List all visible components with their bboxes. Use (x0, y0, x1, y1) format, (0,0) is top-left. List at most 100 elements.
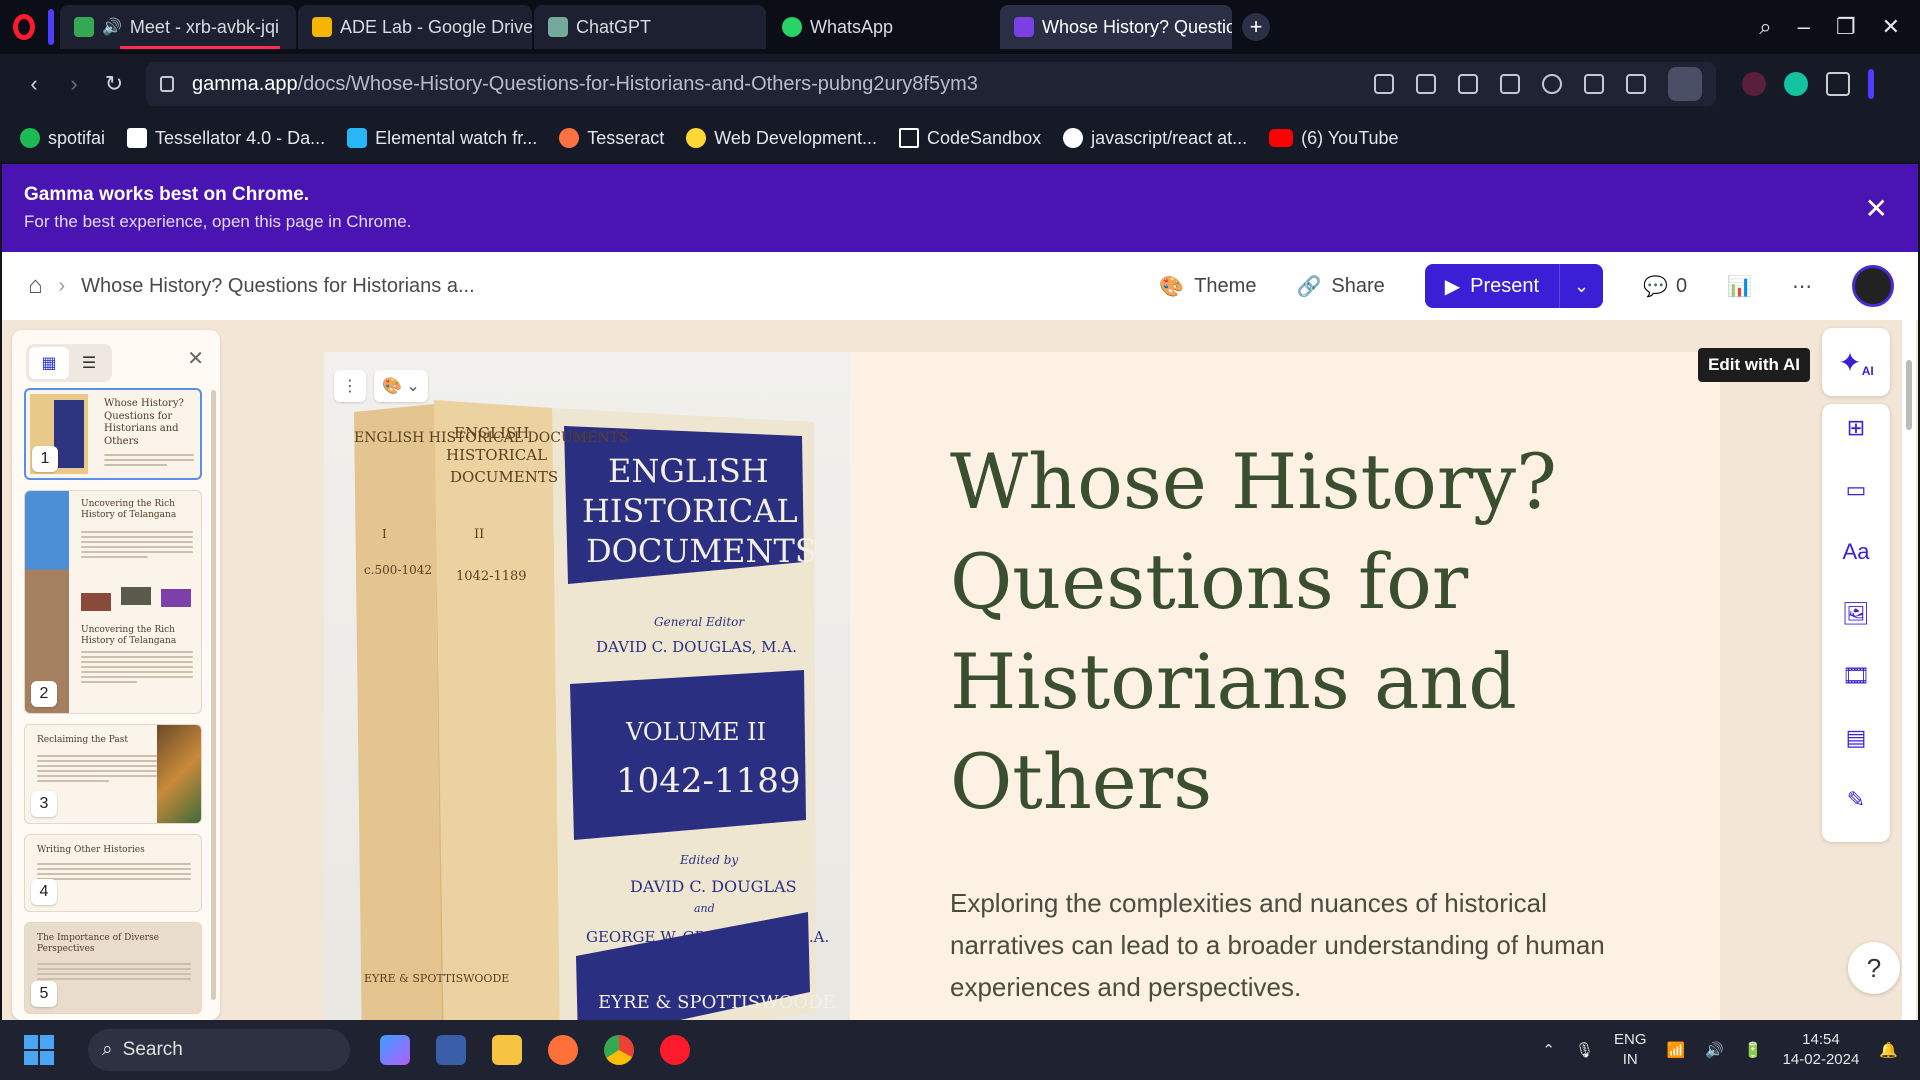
present-button-group: ▶ Present ⌄ (1424, 264, 1604, 308)
edit-page-icon[interactable] (1374, 74, 1394, 94)
send-icon[interactable] (1500, 74, 1520, 94)
embed-icon[interactable]: ▤ (1842, 724, 1870, 752)
back-arrow-icon[interactable]: ‹ (14, 64, 54, 104)
wifi-icon[interactable]: 📶 (1667, 1041, 1686, 1059)
firefox-icon[interactable] (548, 1035, 578, 1065)
text-icon[interactable]: Aa (1842, 538, 1870, 566)
opera-logo-icon[interactable] (0, 0, 48, 54)
more-options-icon[interactable]: ⋯ (1792, 274, 1812, 299)
layout-icon[interactable]: ▭ (1842, 476, 1870, 504)
extension-sr-icon[interactable] (1742, 72, 1766, 96)
notification-bell-icon[interactable]: 🔔 (1879, 1041, 1898, 1059)
slide-thumbnail-2[interactable]: Uncovering the Rich History of Telangana… (24, 490, 202, 714)
shield-icon[interactable] (1458, 74, 1478, 94)
close-window-icon[interactable]: ✕ (1882, 14, 1900, 40)
share-label: Share (1331, 274, 1385, 297)
page-scrollbar[interactable] (1902, 320, 1916, 1020)
share-button[interactable]: 🔗 Share (1296, 274, 1384, 299)
sidebar-scrollbar[interactable] (211, 390, 216, 1000)
opera-taskbar-icon[interactable] (660, 1035, 690, 1065)
extensions-cube-icon[interactable] (1826, 72, 1850, 96)
doc-title-breadcrumb[interactable]: Whose History? Questions for Historians … (81, 275, 474, 298)
gamma-app-bar: ⌂ › Whose History? Questions for Histori… (2, 252, 1918, 320)
slide-thumbnail-1[interactable]: Whose History? Questions for Historians … (24, 388, 202, 480)
comments-button[interactable]: 💬 0 (1643, 274, 1687, 299)
new-tab-plus-icon[interactable]: + (1242, 13, 1270, 41)
windows-start-icon[interactable] (24, 1035, 54, 1065)
minimize-icon[interactable]: – (1798, 14, 1810, 40)
present-button[interactable]: ▶ Present (1425, 264, 1559, 308)
bookmark-tessellator[interactable]: Tessellator 4.0 - Da... (127, 128, 325, 149)
microphone-icon[interactable]: 🎙 (1575, 1041, 1594, 1059)
copilot-icon[interactable] (380, 1035, 410, 1065)
volume-icon[interactable]: 🔊 (1705, 1041, 1724, 1059)
extension-a-icon[interactable] (1784, 72, 1808, 96)
slide-thumbnail-4[interactable]: Writing Other Histories 4 (24, 834, 202, 912)
camera-icon[interactable] (1416, 74, 1436, 94)
slide-thumbnail-3[interactable]: Reclaiming the Past 3 (24, 724, 202, 824)
ai-badge: AI (1861, 364, 1874, 378)
address-bar[interactable]: gamma.app /docs/Whose-History-Questions-… (146, 62, 1716, 106)
slide-description[interactable]: Exploring the complexities and nuances o… (950, 882, 1610, 1008)
slide-card[interactable]: ENGLISH HISTORICAL DOCUMENTS I c.500-104… (324, 352, 1720, 1020)
reload-icon[interactable]: ↻ (94, 64, 134, 104)
list-view-icon[interactable]: ☰ (69, 347, 109, 379)
analytics-icon[interactable]: 📊 (1727, 274, 1752, 299)
tab-gamma-active[interactable]: Whose History? Questio (1000, 5, 1232, 49)
slide-number: 2 (31, 681, 57, 707)
book-cover-image: ENGLISH HISTORICAL DOCUMENTS I c.500-104… (324, 352, 850, 1020)
bookmark-tesseract[interactable]: Tesseract (559, 128, 664, 149)
battery-icon[interactable]: 🔋 (1744, 1041, 1763, 1059)
drag-handle-icon[interactable]: ⋮ (334, 370, 366, 402)
search-tabs-icon[interactable]: ⌕ (1759, 14, 1771, 40)
editor-workspace: ▦ ☰ ✕ Whose History? Questions for Histo… (2, 320, 1918, 1020)
download-icon[interactable] (1584, 74, 1604, 94)
taskbar-apps (380, 1035, 690, 1065)
banner-close-icon[interactable]: ✕ (1865, 192, 1888, 225)
chevron-up-icon[interactable]: ⌃ (1542, 1041, 1555, 1059)
heart-icon[interactable] (1542, 74, 1562, 94)
tab-whatsapp[interactable]: WhatsApp (768, 5, 998, 49)
youtube-icon (1269, 129, 1294, 147)
slide-thumbnail-5[interactable]: The Importance of Diverse Perspectives 5 (24, 922, 202, 1014)
file-explorer-icon[interactable] (492, 1035, 522, 1065)
tab-meet[interactable]: 🔊 Meet - xrb-avbk-jqi (60, 5, 296, 49)
bookmark-youtube[interactable]: (6) YouTube (1269, 128, 1399, 149)
window-controls: ⌕ – ❐ ✕ (1759, 14, 1920, 40)
image-icon[interactable]: 🖼 (1842, 600, 1870, 628)
calculator-icon[interactable] (436, 1035, 466, 1065)
tessellator-icon (127, 128, 148, 148)
bookmark-codesandbox[interactable]: CodeSandbox (898, 128, 1041, 149)
tab-chatgpt[interactable]: ChatGPT (534, 5, 766, 49)
bookmark-elemental[interactable]: Elemental watch fr... (347, 128, 537, 149)
restore-icon[interactable]: ❐ (1836, 14, 1856, 40)
video-icon[interactable]: 🎞 (1842, 662, 1870, 690)
taskbar-search[interactable]: ⌕ Search (88, 1029, 350, 1071)
slide-heading[interactable]: Whose History? Questions for Historians … (950, 432, 1630, 832)
bookmark-spotifai[interactable]: spotifai (20, 128, 105, 149)
help-button[interactable]: ? (1848, 942, 1900, 994)
card-text-block[interactable]: Whose History? Questions for Historians … (950, 432, 1630, 1008)
clock[interactable]: 14:54 14-02-2024 (1783, 1030, 1860, 1070)
edit-with-ai-button[interactable]: ✦ AI (1822, 328, 1890, 396)
bookmark-web-development[interactable]: Web Development... (686, 128, 877, 149)
easy-setup-icon[interactable] (1626, 74, 1646, 94)
tab-google-drive[interactable]: ADE Lab - Google Drive (298, 5, 532, 49)
clock-date: 14-02-2024 (1782, 1051, 1860, 1068)
language-indicator[interactable]: ENG IN (1614, 1030, 1647, 1070)
comment-icon: 💬 (1643, 275, 1668, 298)
profile-icon[interactable] (1668, 67, 1702, 101)
card-style-palette-icon[interactable]: 🎨 ⌄ (374, 370, 428, 402)
home-icon[interactable]: ⌂ (28, 272, 43, 300)
slide-subtitle: Uncovering the Rich History of Telangana (81, 625, 177, 647)
grid-view-icon[interactable]: ▦ (29, 347, 69, 379)
theme-button[interactable]: 🎨 Theme (1159, 274, 1256, 299)
sidebar-close-icon[interactable]: ✕ (187, 346, 204, 371)
form-edit-icon[interactable]: ✎ (1842, 786, 1870, 814)
bookmark-github[interactable]: javascript/react at... (1063, 128, 1247, 149)
forward-arrow-icon[interactable]: › (54, 64, 94, 104)
chrome-icon[interactable] (604, 1035, 634, 1065)
user-avatar[interactable] (1852, 265, 1894, 307)
present-dropdown-chevron-icon[interactable]: ⌄ (1559, 264, 1603, 308)
add-card-icon[interactable]: ⊞ (1842, 414, 1870, 442)
